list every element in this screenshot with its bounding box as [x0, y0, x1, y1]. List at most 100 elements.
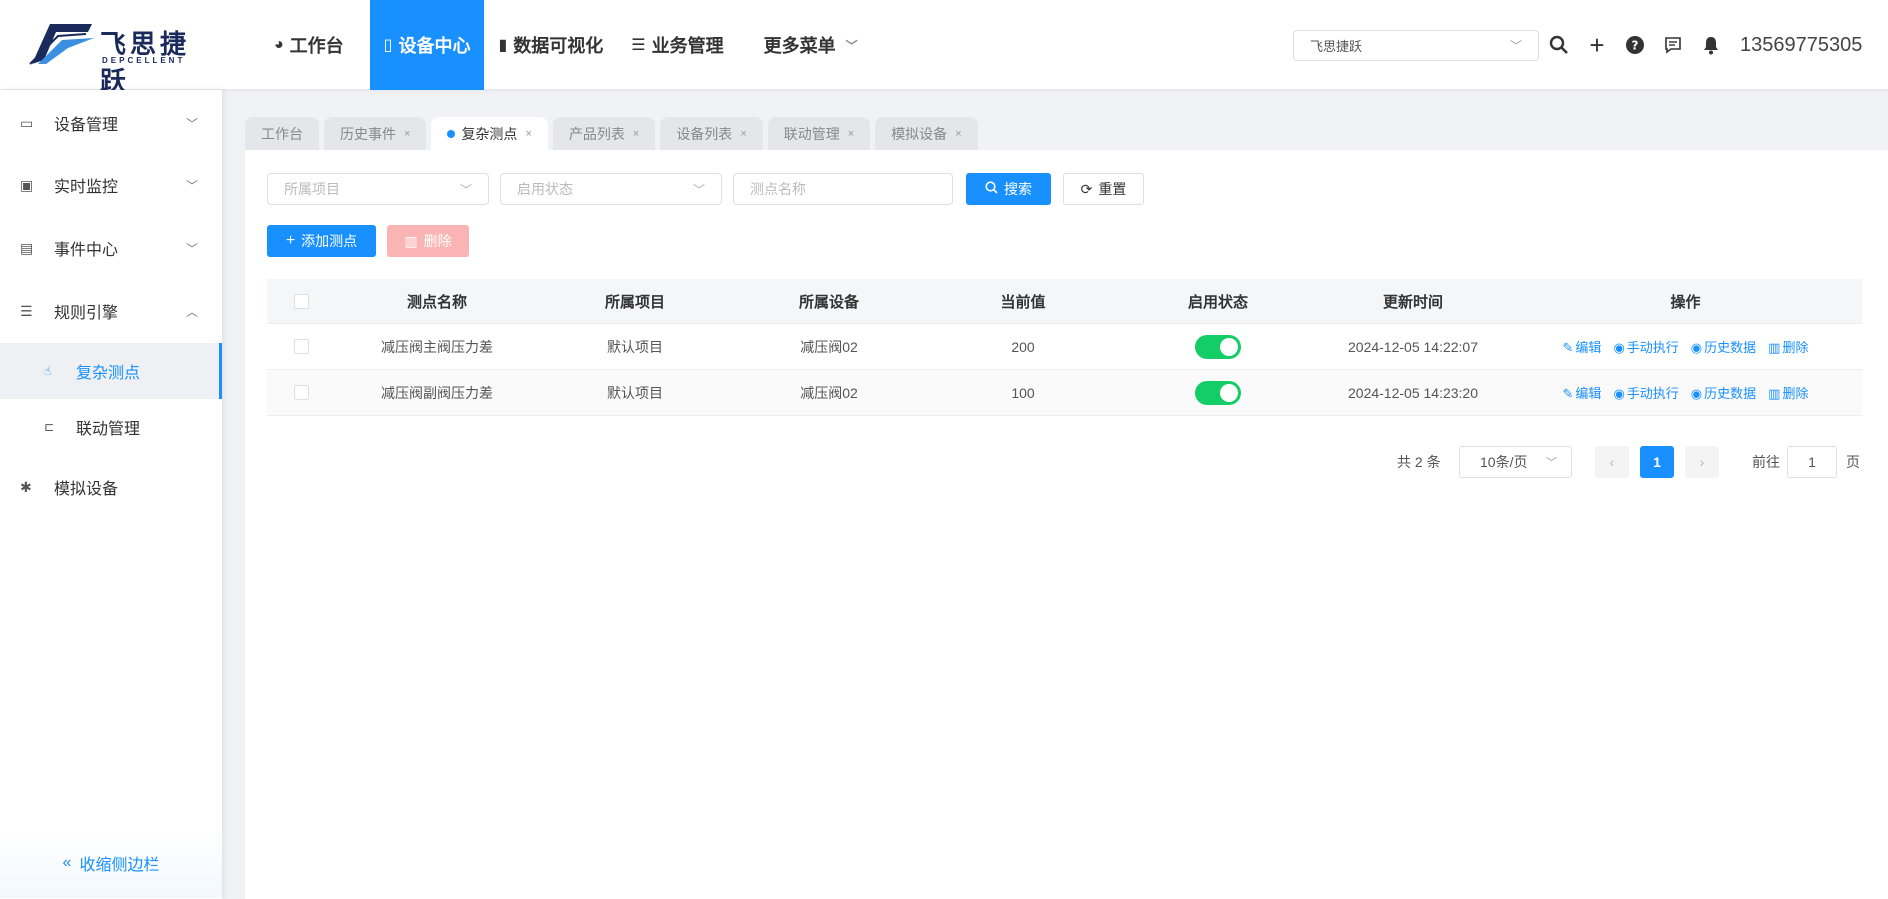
sidebar-item-linkage-management[interactable]: ⊏ 联动管理: [0, 399, 222, 455]
add-point-button[interactable]: + 添加测点: [267, 225, 376, 257]
search-button[interactable]: 搜索: [966, 173, 1051, 205]
row-checkbox[interactable]: [293, 385, 309, 400]
brand-logo[interactable]: 飞思捷跃 DEPCELLENT: [28, 18, 203, 96]
brand-subtitle: DEPCELLENT: [102, 56, 186, 65]
sidebar-item-simulated-device[interactable]: ✱ 模拟设备: [0, 457, 222, 517]
history-data-label: 历史数据: [1704, 340, 1757, 355]
sidebar-item-device-management[interactable]: ▭ 设备管理 ﹀: [0, 93, 222, 153]
current-value-cell: 100: [1011, 384, 1035, 401]
close-icon[interactable]: ×: [525, 128, 531, 140]
reset-button-label: 重置: [1098, 181, 1127, 197]
collapse-sidebar-button[interactable]: « 收缩侧边栏: [0, 828, 222, 898]
collapse-sidebar-label: 收缩侧边栏: [79, 857, 160, 874]
screen-icon: ▣: [20, 176, 34, 193]
tab-workbench[interactable]: 工作台: [245, 117, 319, 151]
manual-run-link[interactable]: ◉ 手动执行: [1613, 383, 1678, 402]
trash-icon: ▥: [404, 232, 418, 249]
link-icon: ⊏: [44, 420, 55, 434]
column-header: 操作: [1670, 293, 1701, 311]
nav-business-management[interactable]: ☰ 业务管理: [617, 0, 737, 90]
prev-page-button[interactable]: ‹: [1595, 446, 1629, 478]
close-icon[interactable]: ×: [633, 128, 639, 140]
close-icon[interactable]: ×: [955, 128, 961, 140]
bell-icon[interactable]: [1696, 30, 1726, 60]
column-header: 启用状态: [1187, 293, 1248, 311]
plus-icon[interactable]: +: [1582, 30, 1612, 60]
goto-prefix: 前往: [1752, 454, 1780, 470]
nav-device-center[interactable]: ▯ 设备中心: [369, 0, 485, 90]
history-data-link[interactable]: ◉ 历史数据: [1691, 383, 1756, 402]
enabled-switch[interactable]: [1195, 380, 1241, 405]
device-cell: 减压阀02: [800, 384, 858, 401]
nav-data-visualization[interactable]: ▮ 数据可视化: [484, 0, 617, 90]
select-all-checkbox[interactable]: [293, 293, 309, 309]
sidebar-item-event-center[interactable]: ▤ 事件中心 ﹀: [0, 218, 222, 278]
select-all-cell: [267, 293, 335, 309]
goto-page-input[interactable]: 1: [1787, 446, 1837, 478]
user-account[interactable]: 13569775305: [1740, 30, 1862, 60]
nav-label: 工作台: [289, 36, 344, 56]
tab-history-events[interactable]: 历史事件 ×: [324, 117, 427, 151]
row-checkbox[interactable]: [293, 339, 309, 354]
edit-label: 编辑: [1575, 340, 1602, 355]
delete-button[interactable]: ▥ 删除: [387, 225, 469, 257]
nav-label: 设备中心: [398, 36, 471, 56]
tab-simulated-device[interactable]: 模拟设备 ×: [875, 117, 978, 151]
touch-icon: ☝: [44, 364, 52, 378]
sidebar-item-rule-engine[interactable]: ☰ 规则引擎 ︿: [0, 281, 222, 341]
chevron-left-icon: ‹: [1609, 454, 1615, 470]
bug-icon: ✱: [20, 478, 32, 495]
delete-link[interactable]: ▥ 删除: [1768, 337, 1808, 356]
logo-mark-icon: [29, 24, 94, 65]
nav-more-menu[interactable]: 更多菜单 ﹀: [750, 0, 872, 90]
enabled-switch[interactable]: [1195, 334, 1241, 359]
close-icon[interactable]: ×: [740, 128, 746, 140]
plus-icon: +: [285, 232, 296, 249]
tab-complex-points[interactable]: 复杂测点 ×: [431, 117, 548, 151]
column-header: 更新时间: [1382, 293, 1443, 311]
tab-device-list[interactable]: 设备列表 ×: [660, 117, 763, 151]
column-header: 所属项目: [604, 293, 665, 311]
sidebar-item-realtime-monitor[interactable]: ▣ 实时监控 ﹀: [0, 155, 222, 215]
tab-label: 设备列表: [676, 126, 733, 142]
history-data-link[interactable]: ◉ 历史数据: [1691, 337, 1756, 356]
row-select-cell: [267, 385, 335, 400]
close-icon[interactable]: ×: [848, 128, 854, 140]
chevron-down-icon: ﹀: [845, 38, 858, 53]
svg-text:?: ?: [1632, 39, 1639, 53]
chevron-down-icon: ﹀: [1546, 457, 1557, 469]
list-icon: ☰: [20, 302, 33, 319]
help-icon[interactable]: ?: [1620, 30, 1650, 60]
tab-linkage-management[interactable]: 联动管理 ×: [767, 117, 871, 151]
chevron-down-icon: ﹀: [459, 182, 472, 197]
add-point-label: 添加测点: [301, 233, 358, 249]
point-name-input[interactable]: 测点名称: [733, 173, 953, 205]
delete-link[interactable]: ▥ 删除: [1768, 383, 1808, 402]
tab-label: 工作台: [261, 126, 303, 142]
page-size-select[interactable]: 10条/页 ﹀: [1459, 446, 1572, 478]
reset-button[interactable]: ⟳ 重置: [1063, 173, 1144, 205]
nav-label: 业务管理: [651, 36, 724, 56]
table-row: 减压阀副阀压力差 默认项目 减压阀02 100 2024-12-05 14:23…: [267, 370, 1862, 416]
nav-workbench[interactable]: ◕ 工作台: [260, 0, 358, 90]
active-dot-icon: [447, 130, 456, 138]
edit-link[interactable]: ✎ 编辑: [1563, 337, 1602, 356]
message-icon[interactable]: [1658, 30, 1688, 60]
chevron-down-icon: ﹀: [185, 178, 198, 193]
chevron-down-icon: ﹀: [185, 116, 198, 131]
close-icon[interactable]: ×: [404, 128, 410, 140]
page-number-button[interactable]: 1: [1640, 446, 1674, 478]
org-select[interactable]: 飞思捷跃 ﹀: [1293, 30, 1539, 61]
project-select[interactable]: 所属项目 ﹀: [267, 173, 489, 205]
switch-knob: [1220, 337, 1238, 356]
project-cell: 默认项目: [607, 384, 663, 401]
manual-run-link[interactable]: ◉ 手动执行: [1613, 337, 1678, 356]
search-icon[interactable]: [1544, 30, 1574, 60]
edit-link[interactable]: ✎ 编辑: [1563, 383, 1602, 402]
status-select[interactable]: 启用状态 ﹀: [500, 173, 722, 205]
sidebar-item-complex-points[interactable]: ☝ 复杂测点: [0, 343, 222, 399]
tab-product-list[interactable]: 产品列表 ×: [552, 117, 656, 151]
nav-label: 数据可视化: [513, 36, 604, 56]
chevron-down-icon: ﹀: [1509, 39, 1522, 53]
next-page-button[interactable]: ›: [1685, 446, 1719, 478]
